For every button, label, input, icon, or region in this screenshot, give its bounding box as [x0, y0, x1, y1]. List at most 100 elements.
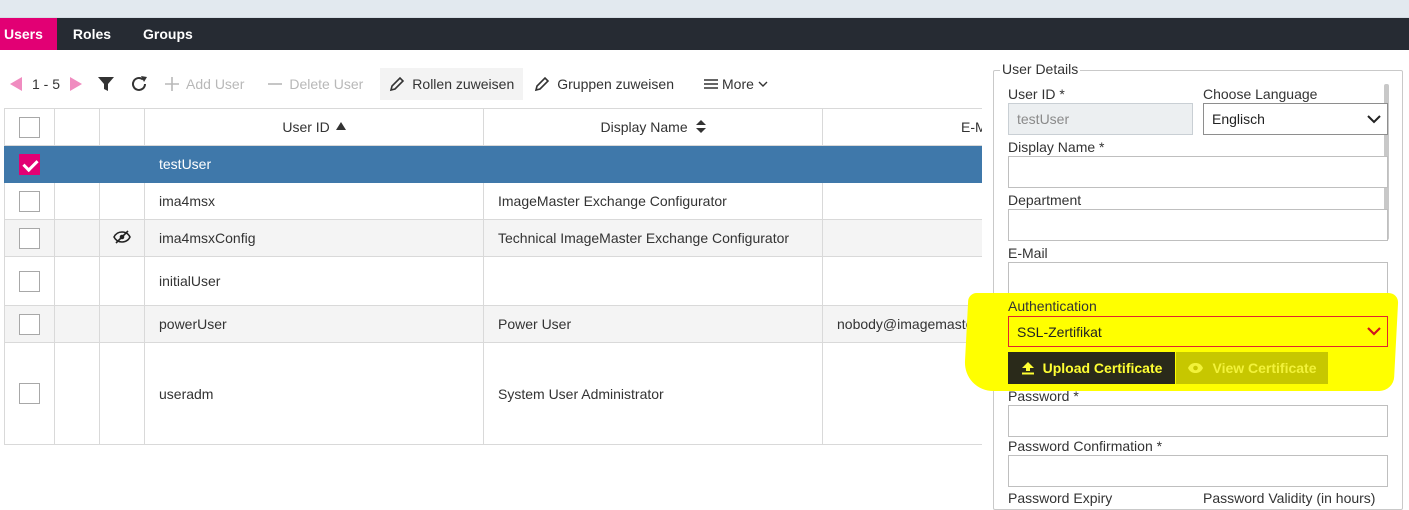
- plus-icon: [165, 77, 180, 91]
- cell-display-name: System User Administrator: [483, 342, 823, 445]
- row-checkbox[interactable]: [19, 153, 40, 175]
- table-row[interactable]: ima4msxConfig Technical ImageMaster Exch…: [4, 219, 982, 257]
- row-cell: [99, 182, 145, 220]
- cell-user-id: ima4msxConfig: [144, 219, 484, 257]
- add-user-button[interactable]: Add User: [156, 68, 253, 100]
- row-checkbox[interactable]: [19, 270, 40, 292]
- row-select-cell: [4, 342, 55, 445]
- chevron-down-icon: [1367, 114, 1381, 123]
- password-confirmation-field[interactable]: [1008, 455, 1388, 487]
- row-cell: [99, 145, 145, 183]
- select-all-checkbox[interactable]: [19, 116, 40, 138]
- header-email[interactable]: E-M: [822, 108, 982, 146]
- upload-certificate-button[interactable]: Upload Certificate: [1008, 352, 1175, 384]
- assign-groups-button[interactable]: Gruppen zuweisen: [525, 68, 683, 100]
- row-checkbox[interactable]: [19, 383, 40, 404]
- page-range: 1 - 5: [32, 76, 61, 92]
- cell-email: [822, 342, 982, 445]
- cell-display-name: [483, 256, 823, 306]
- row-cell: [99, 342, 145, 445]
- header-user-id[interactable]: User ID: [144, 108, 484, 146]
- cell-user-id: testUser: [144, 145, 484, 183]
- password-expiry-label: Password Expiry: [1008, 490, 1113, 506]
- row-select-cell: [4, 182, 55, 220]
- header-display-name[interactable]: Display Name: [483, 108, 823, 146]
- assign-roles-button[interactable]: Rollen zuweisen: [380, 68, 524, 100]
- table-row[interactable]: initialUser: [4, 256, 982, 306]
- prev-page-button[interactable]: [0, 68, 26, 100]
- row-cell: [54, 256, 100, 306]
- row-checkbox[interactable]: [19, 190, 40, 212]
- triangle-left-icon: [10, 77, 22, 91]
- display-name-label: Display Name *: [1008, 139, 1105, 155]
- select-all-cell: [4, 108, 55, 146]
- refresh-icon: [132, 76, 148, 91]
- row-cell: [54, 342, 100, 445]
- choose-language-label: Choose Language: [1203, 86, 1318, 102]
- chevron-down-icon: [758, 81, 768, 87]
- tab-roles[interactable]: Roles: [57, 18, 127, 50]
- delete-user-button[interactable]: Delete User: [259, 68, 372, 100]
- upload-certificate-label: Upload Certificate: [1042, 360, 1163, 376]
- header-display-name-label: Display Name: [600, 119, 688, 135]
- email-label: E-Mail: [1008, 245, 1048, 261]
- chevron-down-icon: [1367, 327, 1381, 336]
- table-row[interactable]: testUser: [4, 145, 982, 183]
- minus-icon: [268, 83, 283, 85]
- cell-email: [822, 219, 982, 257]
- cell-display-name: ImageMaster Exchange Configurator: [483, 182, 823, 220]
- tab-users[interactable]: Users: [0, 18, 57, 50]
- sort-asc-icon: [335, 122, 346, 130]
- table-row[interactable]: ima4msx ImageMaster Exchange Configurato…: [4, 182, 982, 220]
- header-col-2: [54, 108, 100, 146]
- authentication-value: SSL-Zertifikat: [1017, 323, 1102, 340]
- header-col-3: [99, 108, 145, 146]
- cell-display-name: Power User: [483, 305, 823, 343]
- row-cell: [99, 305, 145, 343]
- row-select-cell: [4, 219, 55, 257]
- top-strip: [0, 0, 1409, 18]
- department-field[interactable]: [1008, 209, 1388, 241]
- display-name-field[interactable]: [1008, 156, 1388, 188]
- authentication-select[interactable]: SSL-Zertifikat: [1008, 316, 1388, 347]
- row-select-cell: [4, 305, 55, 343]
- row-select-cell: [4, 256, 55, 306]
- row-select-cell: [4, 145, 55, 183]
- grid-toolbar: 1 - 5 Add User Delete User Rollen zuweis…: [0, 66, 980, 102]
- header-user-id-label: User ID: [282, 119, 330, 135]
- user-details-legend: User Details: [1000, 61, 1081, 77]
- hamburger-icon: [704, 79, 718, 89]
- row-checkbox[interactable]: [19, 227, 40, 249]
- cell-display-name: Technical ImageMaster Exchange Configura…: [483, 219, 823, 257]
- refresh-button[interactable]: [122, 68, 156, 100]
- grid-header-row: User ID Display Name E-M: [4, 108, 982, 146]
- pencil-icon: [390, 76, 405, 92]
- user-id-field[interactable]: [1008, 103, 1193, 135]
- more-menu-button[interactable]: More: [695, 68, 777, 100]
- add-user-label: Add User: [186, 76, 245, 92]
- table-row[interactable]: powerUser Power User nobody@imagemaster: [4, 305, 982, 343]
- user-id-label: User ID *: [1008, 86, 1065, 102]
- filter-icon: [98, 76, 115, 91]
- email-field[interactable]: [1008, 262, 1388, 294]
- triangle-right-icon: [70, 77, 83, 91]
- cell-email: [822, 145, 982, 183]
- view-certificate-button[interactable]: View Certificate: [1176, 352, 1328, 384]
- users-grid: User ID Display Name E-M testUser ima4ms…: [4, 108, 982, 447]
- view-certificate-label: View Certificate: [1212, 360, 1317, 376]
- row-checkbox[interactable]: [19, 313, 40, 335]
- row-cell: [54, 219, 100, 257]
- authentication-label: Authentication: [1008, 298, 1097, 314]
- sort-both-icon: [695, 120, 706, 133]
- language-select[interactable]: Englisch: [1203, 103, 1388, 135]
- table-row[interactable]: useradm System User Administrator: [4, 342, 982, 445]
- tab-groups[interactable]: Groups: [127, 18, 209, 50]
- delete-user-label: Delete User: [289, 76, 364, 92]
- eye-icon: [1188, 363, 1204, 373]
- row-cell: [54, 305, 100, 343]
- password-field[interactable]: [1008, 405, 1388, 437]
- upload-icon: [1021, 362, 1034, 375]
- next-page-button[interactable]: [66, 68, 90, 100]
- filter-button[interactable]: [90, 68, 122, 100]
- password-confirmation-label: Password Confirmation *: [1008, 438, 1163, 454]
